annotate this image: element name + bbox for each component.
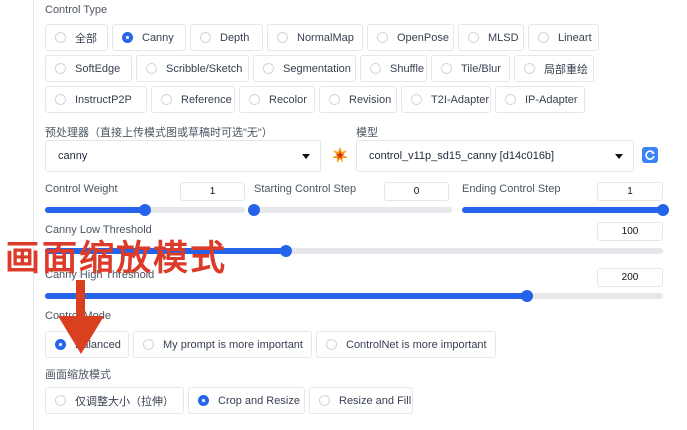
- radio-scribble-sketch[interactable]: Scribble/Sketch: [136, 55, 249, 82]
- radio-dot: [249, 94, 260, 105]
- radio-shuffle[interactable]: Shuffle: [360, 55, 427, 82]
- radio-segmentation[interactable]: Segmentation: [253, 55, 356, 82]
- radio-dot: [538, 32, 549, 43]
- radio-dot: [411, 94, 422, 105]
- preprocessor-select[interactable]: canny: [45, 140, 321, 172]
- resize-mode-options: 仅调整大小（拉伸） Crop and Resize Resize and Fil…: [45, 387, 417, 414]
- radio-resize-and-fill[interactable]: Resize and Fill: [309, 387, 413, 414]
- radio-normalmap[interactable]: NormalMap: [267, 24, 363, 51]
- preprocessor-value: canny: [58, 150, 88, 162]
- radio-dot: [143, 339, 154, 350]
- radio-recolor[interactable]: Recolor: [239, 86, 315, 113]
- radio-dot: [505, 94, 516, 105]
- control-type-label: Control Type: [45, 4, 108, 16]
- radio-dot: [329, 94, 340, 105]
- radio-crop-and-resize[interactable]: Crop and Resize: [188, 387, 305, 414]
- starting-step-input[interactable]: 0: [384, 182, 449, 201]
- radio-reference[interactable]: Reference: [151, 86, 235, 113]
- ending-step-slider[interactable]: [462, 204, 669, 216]
- radio-softedge[interactable]: SoftEdge: [45, 55, 132, 82]
- slider-fill: [45, 293, 528, 299]
- explosion-icon[interactable]: [331, 146, 349, 164]
- control-weight-label: Control Weight: [45, 183, 118, 195]
- control-weight-slider[interactable]: [45, 204, 245, 216]
- high-threshold-input[interactable]: 200: [597, 268, 663, 287]
- radio-inpaint[interactable]: 局部重绘: [514, 55, 594, 82]
- radio-dot: [55, 63, 66, 74]
- radio-dot: [319, 395, 330, 406]
- radio-dot: [370, 63, 381, 74]
- ending-step-label: Ending Control Step: [462, 183, 561, 195]
- radio-dot: [55, 94, 66, 105]
- radio-lineart[interactable]: Lineart: [528, 24, 599, 51]
- radio-dot: [55, 32, 66, 43]
- slider-handle[interactable]: [280, 245, 293, 257]
- annotation-arrow-head: [58, 316, 104, 354]
- radio-controlnet-more-important[interactable]: ControlNet is more important: [316, 331, 496, 358]
- control-type-row-1: 全部 Canny Depth NormalMap OpenPose MLSD L…: [45, 24, 603, 51]
- starting-step-label: Starting Control Step: [254, 183, 357, 195]
- resize-mode-label: 画面缩放模式: [45, 369, 111, 381]
- radio-instructp2p[interactable]: InstructP2P: [45, 86, 147, 113]
- model-label: 模型: [356, 127, 378, 139]
- radio-dot-selected: [122, 32, 133, 43]
- radio-openpose[interactable]: OpenPose: [367, 24, 454, 51]
- model-value: control_v11p_sd15_canny [d14c016b]: [369, 150, 555, 162]
- radio-dot: [200, 32, 211, 43]
- radio-depth[interactable]: Depth: [190, 24, 263, 51]
- preprocessor-label: 预处理器（直接上传模式图或草稿时可选"无"）: [45, 127, 273, 139]
- radio-dot: [55, 395, 66, 406]
- radio-all[interactable]: 全部: [45, 24, 108, 51]
- slider-fill: [462, 207, 663, 213]
- radio-dot: [524, 63, 535, 74]
- radio-dot: [377, 32, 388, 43]
- model-select[interactable]: control_v11p_sd15_canny [d14c016b]: [356, 140, 634, 172]
- radio-dot: [161, 94, 172, 105]
- chevron-down-icon: [615, 154, 623, 159]
- slider-handle[interactable]: [139, 204, 151, 216]
- slider-handle[interactable]: [657, 204, 669, 216]
- radio-dot: [146, 63, 157, 74]
- high-threshold-slider[interactable]: [45, 290, 663, 302]
- slider-handle[interactable]: [248, 204, 260, 216]
- annotation-text: 画面缩放模式: [5, 239, 228, 279]
- control-weight-input[interactable]: 1: [180, 182, 245, 201]
- radio-just-resize[interactable]: 仅调整大小（拉伸）: [45, 387, 184, 414]
- slider-handle[interactable]: [521, 290, 534, 302]
- radio-ip-adapter[interactable]: IP-Adapter: [495, 86, 585, 113]
- starting-step-slider[interactable]: [248, 204, 452, 216]
- control-mode-options: Balanced My prompt is more important Con…: [45, 331, 500, 358]
- radio-t2i-adapter[interactable]: T2I-Adapter: [401, 86, 491, 113]
- refresh-icon[interactable]: [642, 147, 658, 163]
- radio-tile-blur[interactable]: Tile/Blur: [431, 55, 510, 82]
- radio-dot: [326, 339, 337, 350]
- slider-fill: [45, 207, 145, 213]
- radio-dot: [277, 32, 288, 43]
- radio-canny[interactable]: Canny: [112, 24, 186, 51]
- low-threshold-input[interactable]: 100: [597, 222, 663, 241]
- radio-dot: [468, 32, 479, 43]
- radio-mlsd[interactable]: MLSD: [458, 24, 524, 51]
- radio-revision[interactable]: Revision: [319, 86, 397, 113]
- radio-dot-selected: [198, 395, 209, 406]
- control-type-row-2: SoftEdge Scribble/Sketch Segmentation Sh…: [45, 55, 598, 82]
- radio-prompt-more-important[interactable]: My prompt is more important: [133, 331, 312, 358]
- radio-dot: [263, 63, 274, 74]
- control-type-row-3: InstructP2P Reference Recolor Revision T…: [45, 86, 589, 113]
- chevron-down-icon: [302, 154, 310, 159]
- ending-step-input[interactable]: 1: [597, 182, 663, 201]
- radio-dot: [441, 63, 452, 74]
